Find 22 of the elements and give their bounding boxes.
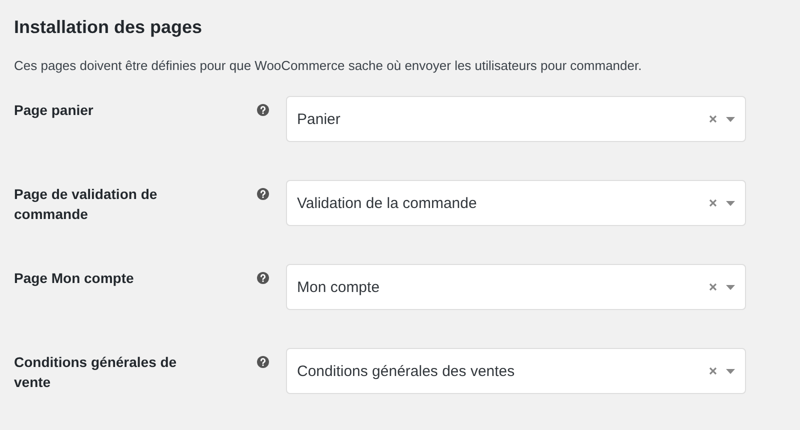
clear-icon[interactable] — [709, 367, 717, 375]
setting-label: Page de validation de commande — [14, 185, 158, 224]
clear-icon[interactable] — [709, 283, 717, 291]
caret-icon — [726, 200, 735, 206]
caret-icon — [726, 368, 735, 374]
section-title: Installation des pages — [14, 16, 204, 38]
caret-icon — [726, 284, 735, 290]
page-select[interactable]: Panier — [286, 96, 746, 142]
clear-icon[interactable] — [709, 199, 717, 207]
setting-label: Page Mon compte — [14, 269, 135, 288]
help-icon[interactable] — [257, 188, 269, 200]
setting-label: Conditions générales de vente — [14, 353, 178, 392]
clear-icon[interactable] — [709, 115, 717, 123]
caret-icon — [726, 116, 735, 122]
page-select[interactable]: Conditions générales des ventes — [286, 348, 746, 394]
page-select[interactable]: Validation de la commande — [286, 180, 746, 226]
help-icon[interactable] — [257, 104, 269, 116]
page-select[interactable]: Mon compte — [286, 264, 746, 310]
help-icon[interactable] — [257, 356, 269, 368]
help-icon[interactable] — [257, 272, 269, 284]
section-description: Ces pages doivent être définies pour que WooCommerce sache où envoyer les utilisateurs pour commander. — [14, 57, 643, 75]
setting-label: Page panier — [14, 101, 94, 120]
